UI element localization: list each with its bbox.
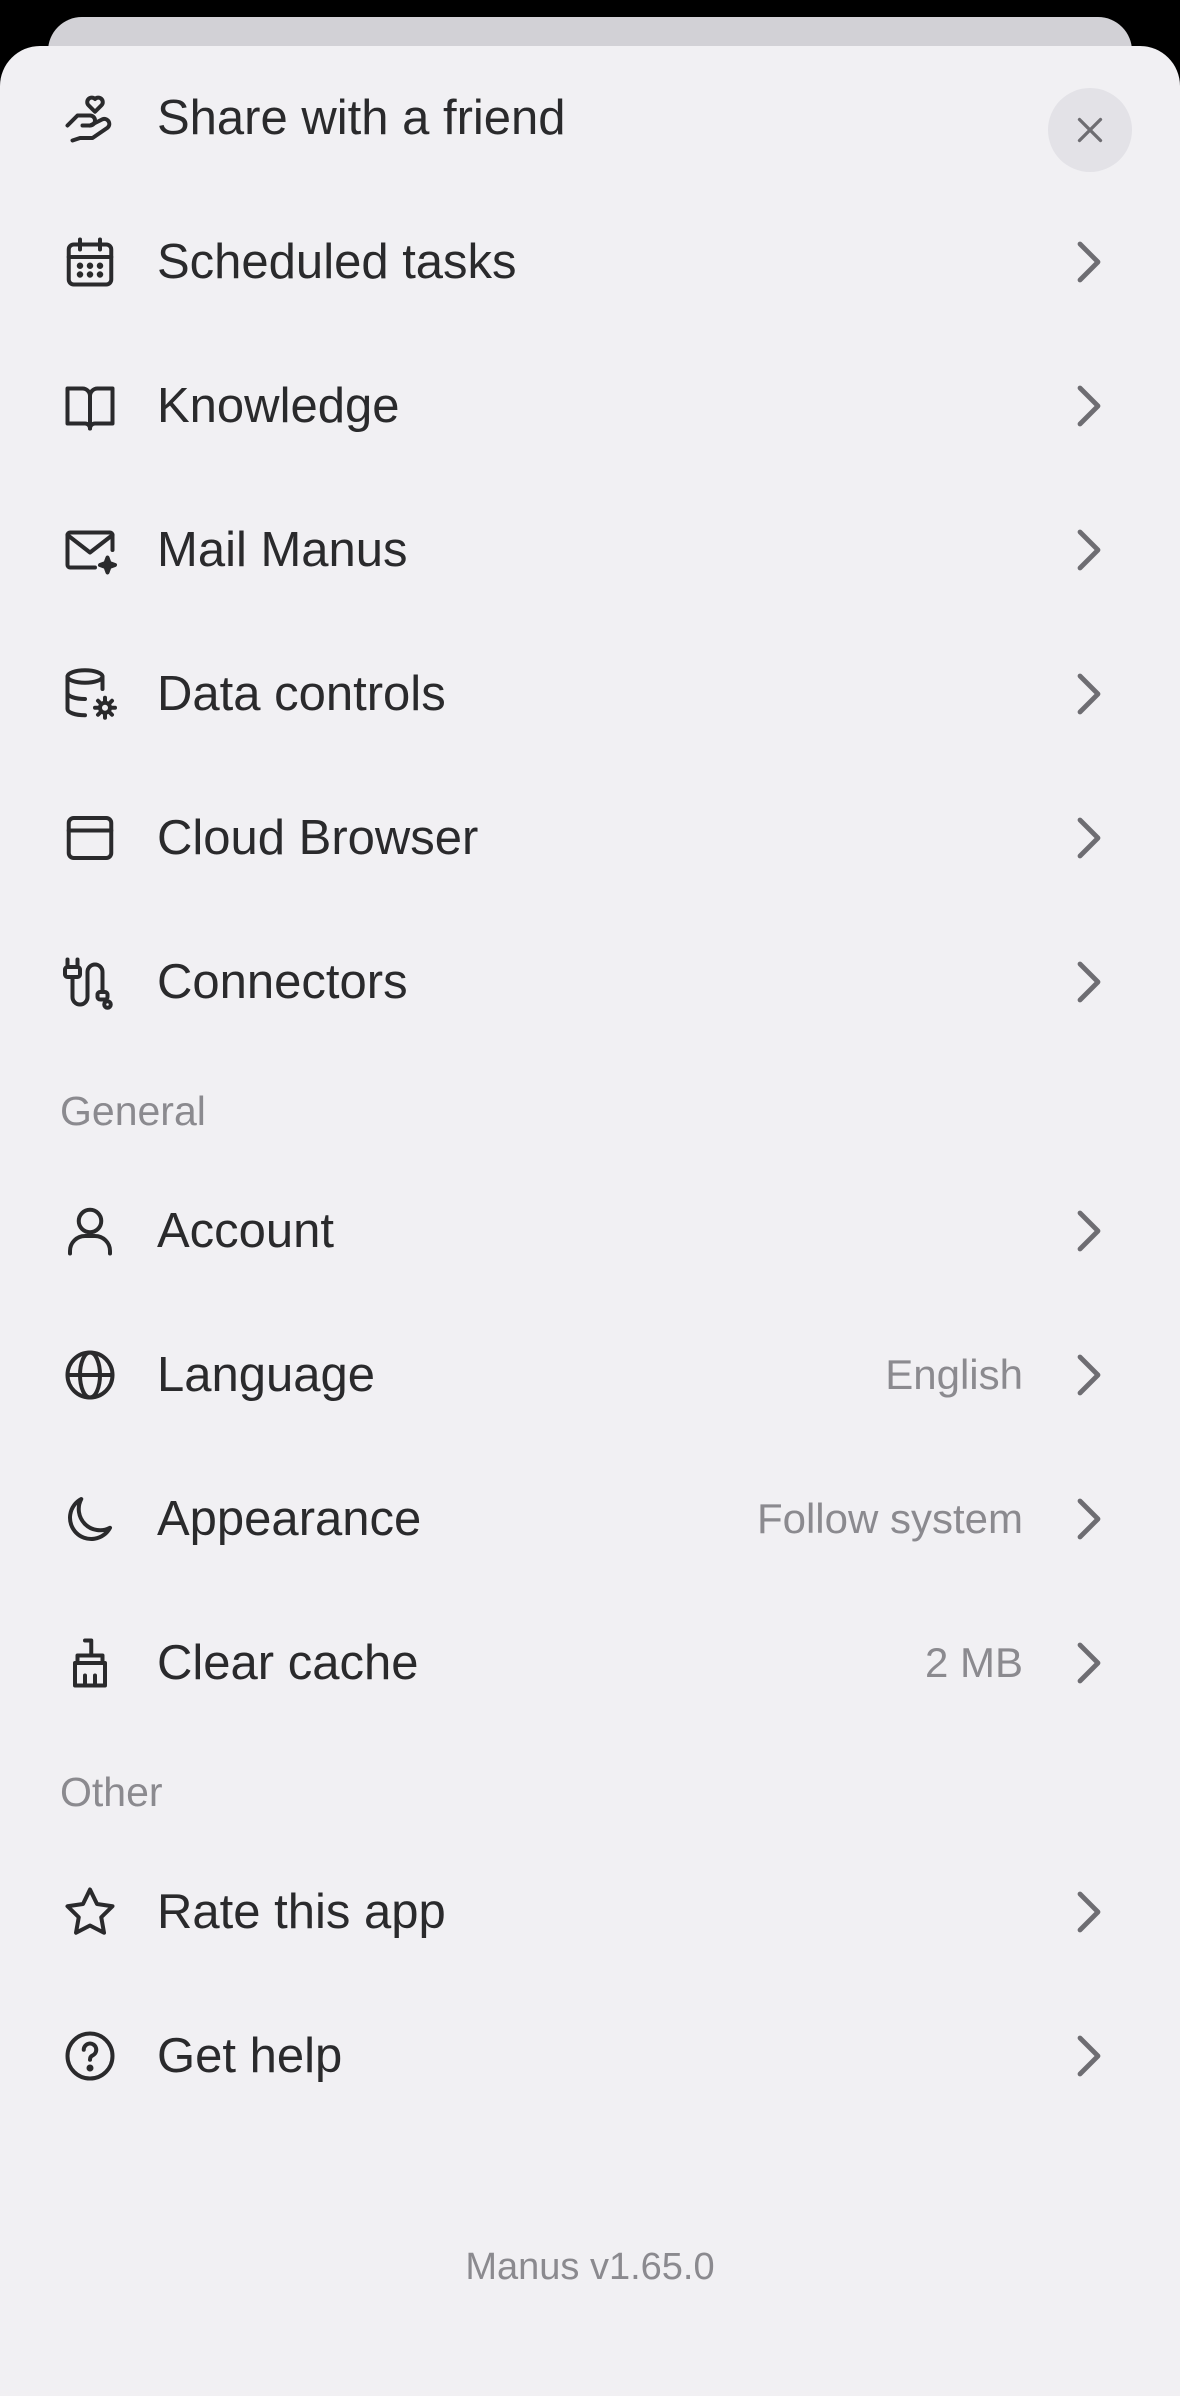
chevron-right-icon xyxy=(1074,2035,1104,2077)
globe-icon xyxy=(60,1345,120,1405)
menu-item-label: Appearance xyxy=(157,1492,422,1546)
chevron-right-icon xyxy=(1074,1498,1104,1540)
menu-item-language[interactable]: Language English xyxy=(0,1303,1180,1447)
chevron-right-icon xyxy=(1074,961,1104,1003)
menu-item-cloud-browser[interactable]: Cloud Browser xyxy=(0,766,1180,910)
broom-icon xyxy=(60,1633,120,1693)
menu-item-appearance[interactable]: Appearance Follow system xyxy=(0,1447,1180,1591)
section-title-general: General xyxy=(60,1088,206,1134)
appearance-value: Follow system xyxy=(756,1495,1023,1542)
menu-item-scheduled-tasks[interactable]: Scheduled tasks xyxy=(0,190,1180,334)
menu-item-account[interactable]: Account xyxy=(0,1159,1180,1303)
menu-item-mail-manus[interactable]: Mail Manus xyxy=(0,478,1180,622)
menu-item-label: Knowledge xyxy=(157,379,400,433)
menu-item-rate-app[interactable]: Rate this app xyxy=(0,1840,1180,1984)
menu-item-label: Clear cache xyxy=(157,1636,419,1690)
calendar-icon xyxy=(60,232,120,292)
menu-item-get-help[interactable]: Get help xyxy=(0,1984,1180,2128)
menu-item-label: Share with a friend xyxy=(157,91,566,145)
menu-item-data-controls[interactable]: Data controls xyxy=(0,622,1180,766)
chevron-right-icon xyxy=(1074,529,1104,571)
language-value: English xyxy=(885,1351,1023,1398)
app-version: Manus v1.65.0 xyxy=(465,2246,715,2288)
chevron-right-icon xyxy=(1074,385,1104,427)
menu-item-connectors[interactable]: Connectors xyxy=(0,910,1180,1054)
menu-item-label: Mail Manus xyxy=(157,523,408,577)
chevron-right-icon xyxy=(1074,1354,1104,1396)
close-button[interactable] xyxy=(1048,88,1132,172)
menu-item-label: Language xyxy=(157,1348,376,1402)
menu-item-label: Get help xyxy=(157,2029,343,2083)
database-gear-icon xyxy=(60,664,120,724)
menu-item-label: Account xyxy=(157,1204,335,1258)
menu-item-share[interactable]: Share with a friend xyxy=(0,46,1180,190)
chevron-right-icon xyxy=(1074,1642,1104,1684)
chevron-right-icon xyxy=(1074,673,1104,715)
browser-window-icon xyxy=(60,808,120,868)
hand-heart-icon xyxy=(60,88,120,148)
menu-item-knowledge[interactable]: Knowledge xyxy=(0,334,1180,478)
cache-size-value: 2 MB xyxy=(924,1639,1023,1686)
chevron-right-icon xyxy=(1074,1891,1104,1933)
menu-item-label: Connectors xyxy=(157,955,408,1009)
person-icon xyxy=(60,1201,120,1261)
chevron-right-icon xyxy=(1074,1210,1104,1252)
chevron-right-icon xyxy=(1074,817,1104,859)
star-icon xyxy=(60,1882,120,1942)
plug-icon xyxy=(60,952,120,1012)
settings-sheet: Share with a friend Scheduled tasks Know… xyxy=(0,46,1180,2396)
moon-icon xyxy=(60,1489,120,1549)
mail-sparkle-icon xyxy=(60,520,120,580)
menu-item-label: Rate this app xyxy=(157,1885,446,1939)
menu-item-clear-cache[interactable]: Clear cache 2 MB xyxy=(0,1591,1180,1735)
menu-item-label: Data controls xyxy=(157,667,446,721)
menu-item-label: Scheduled tasks xyxy=(157,235,517,289)
book-icon xyxy=(60,376,120,436)
menu-item-label: Cloud Browser xyxy=(157,811,479,865)
chevron-right-icon xyxy=(1074,241,1104,283)
section-title-other: Other xyxy=(60,1769,163,1815)
help-circle-icon xyxy=(60,2026,120,2086)
close-icon xyxy=(1077,117,1103,143)
